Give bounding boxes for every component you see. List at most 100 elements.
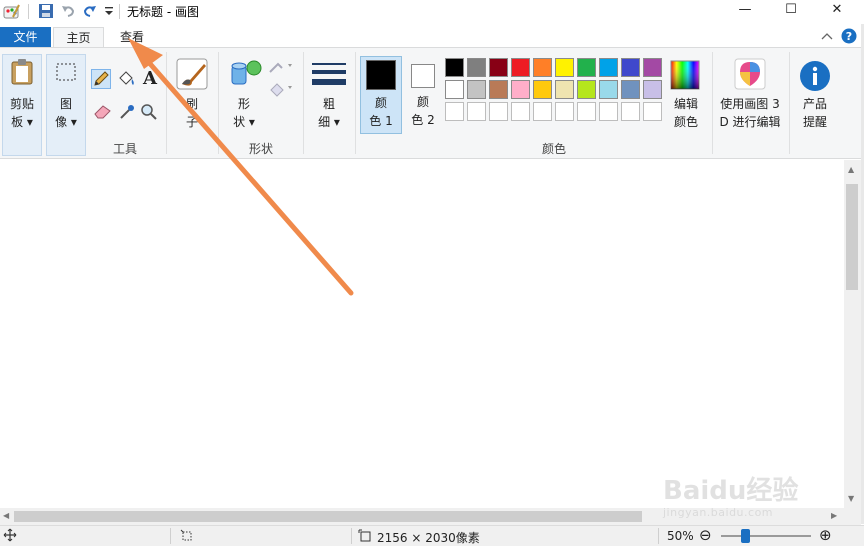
palette-swatch[interactable]	[621, 58, 640, 77]
palette-swatch[interactable]	[599, 58, 618, 77]
palette-swatch-empty[interactable]	[577, 102, 596, 121]
zoom-slider-thumb[interactable]	[741, 529, 750, 543]
outline-dropdown[interactable]	[268, 58, 296, 78]
size-label-1: 粗	[322, 97, 335, 111]
color1-swatch	[366, 60, 396, 90]
color1-label-2: 色 1	[369, 114, 393, 128]
shapes-icon	[228, 58, 262, 92]
zoom-slider-track[interactable]	[721, 535, 811, 537]
paint3d-label-2: D 进行编辑	[719, 115, 781, 129]
palette-swatch-empty[interactable]	[511, 102, 530, 121]
fill-tool[interactable]	[116, 69, 136, 89]
drawing-canvas[interactable]	[3, 163, 840, 508]
collapse-ribbon-icon[interactable]	[821, 30, 833, 44]
dropdown-arrow-icon: ▾	[330, 115, 340, 129]
palette-swatch[interactable]	[621, 80, 640, 99]
horizontal-scroll-thumb[interactable]	[14, 511, 642, 522]
customize-toolbar-dropdown-icon[interactable]	[104, 5, 114, 20]
palette-swatch-empty[interactable]	[555, 102, 574, 121]
palette-swatch[interactable]	[577, 58, 596, 77]
save-icon[interactable]	[38, 3, 54, 22]
palette-swatch-empty[interactable]	[445, 102, 464, 121]
palette-swatch-empty[interactable]	[489, 102, 508, 121]
palette-swatch[interactable]	[533, 80, 552, 99]
palette-swatch[interactable]	[489, 58, 508, 77]
palette-swatch[interactable]	[533, 58, 552, 77]
undo-icon[interactable]	[60, 3, 76, 22]
palette-swatch-empty[interactable]	[599, 102, 618, 121]
select-icon	[55, 62, 77, 86]
edit-colors-button[interactable]: 编辑 颜色	[666, 54, 706, 134]
ribbon: 剪贴 板 ▾ 图 像 ▾ A 工具 刷 子 形 状 ▾ 形状 粗 细 ▾ 颜 色…	[0, 47, 864, 159]
palette-swatch-empty[interactable]	[643, 102, 662, 121]
title-bar: 无标题 - 画图 — ☐ ✕	[0, 0, 864, 24]
palette-swatch[interactable]	[445, 80, 464, 99]
tab-home[interactable]: 主页	[53, 27, 104, 48]
brushes-button[interactable]: 刷 子	[170, 54, 214, 134]
line-size-icon	[312, 61, 346, 91]
palette-swatch-empty[interactable]	[467, 102, 486, 121]
image-button[interactable]: 图 像 ▾	[46, 54, 86, 134]
palette-swatch[interactable]	[643, 80, 662, 99]
color1-labels: 颜 色 1	[361, 91, 401, 131]
outline-icon	[269, 62, 292, 73]
minimize-button[interactable]: —	[722, 0, 768, 22]
eyedropper-icon	[120, 105, 134, 119]
close-button[interactable]: ✕	[814, 0, 860, 22]
text-tool[interactable]: A	[140, 69, 160, 89]
palette-swatch[interactable]	[489, 80, 508, 99]
clipboard-label-2: 板	[11, 115, 24, 129]
palette-swatch[interactable]	[643, 58, 662, 77]
product-alert-label-2: 提醒	[802, 115, 827, 129]
palette-swatch-empty[interactable]	[533, 102, 552, 121]
palette-swatch[interactable]	[445, 58, 464, 77]
palette-swatch[interactable]	[467, 58, 486, 77]
group-separator	[712, 52, 713, 154]
eraser-tool[interactable]	[93, 103, 113, 123]
maximize-button[interactable]: ☐	[768, 0, 814, 22]
palette-swatch-empty[interactable]	[621, 102, 640, 121]
status-bar: 2156 × 2030像素 50% ⊖ ⊕	[0, 525, 864, 546]
group-separator	[303, 52, 304, 154]
vertical-scroll-thumb[interactable]	[846, 184, 858, 290]
scroll-up-icon[interactable]: ▲	[848, 165, 854, 174]
group-separator	[166, 52, 167, 154]
title-separator	[28, 4, 29, 19]
shapes-button[interactable]: 形 状 ▾	[222, 54, 266, 134]
palette-swatch[interactable]	[555, 80, 574, 99]
tab-view[interactable]: 查看	[107, 27, 157, 48]
clipboard-button[interactable]: 剪贴 板 ▾	[2, 54, 42, 134]
fill-bucket-icon	[119, 71, 134, 85]
palette-swatch[interactable]	[467, 80, 486, 99]
ribbon-tabs: 文件 主页 查看 ?	[0, 24, 864, 48]
dropdown-arrow-icon: ▾	[245, 115, 255, 129]
palette-swatch[interactable]	[555, 58, 574, 77]
scroll-down-icon[interactable]: ▼	[848, 494, 854, 503]
vertical-scrollbar[interactable]: ▲ ▼	[844, 160, 861, 508]
palette-swatch[interactable]	[511, 80, 530, 99]
title-separator	[119, 4, 120, 19]
color1-button[interactable]: 颜 色 1	[360, 56, 402, 134]
shapes-label-2-row: 状 ▾	[222, 114, 266, 130]
color2-button[interactable]: 颜 色 2	[405, 56, 441, 134]
palette-swatch[interactable]	[577, 80, 596, 99]
magnifier-icon	[141, 104, 157, 120]
help-icon[interactable]: ?	[841, 28, 857, 47]
zoom-in-button[interactable]: ⊕	[819, 526, 832, 544]
scroll-left-icon[interactable]: ◀	[3, 511, 9, 520]
palette-swatch[interactable]	[511, 58, 530, 77]
product-alert-button[interactable]: 产品 提醒	[794, 54, 836, 134]
color-picker-tool[interactable]	[118, 103, 138, 123]
magnifier-tool[interactable]	[140, 103, 160, 123]
color2-labels: 颜 色 2	[405, 90, 441, 130]
zoom-out-button[interactable]: ⊖	[699, 526, 712, 544]
pencil-tool[interactable]	[91, 69, 111, 89]
scroll-corner	[844, 508, 861, 525]
tab-file[interactable]: 文件	[0, 27, 51, 48]
paint3d-button[interactable]: 使用画图 3 D 进行编辑	[716, 54, 784, 134]
size-button[interactable]: 粗 细 ▾	[307, 54, 351, 134]
redo-icon[interactable]	[82, 3, 98, 22]
fill-shape-dropdown[interactable]	[268, 80, 296, 100]
brush-icon	[176, 58, 208, 94]
palette-swatch[interactable]	[599, 80, 618, 99]
